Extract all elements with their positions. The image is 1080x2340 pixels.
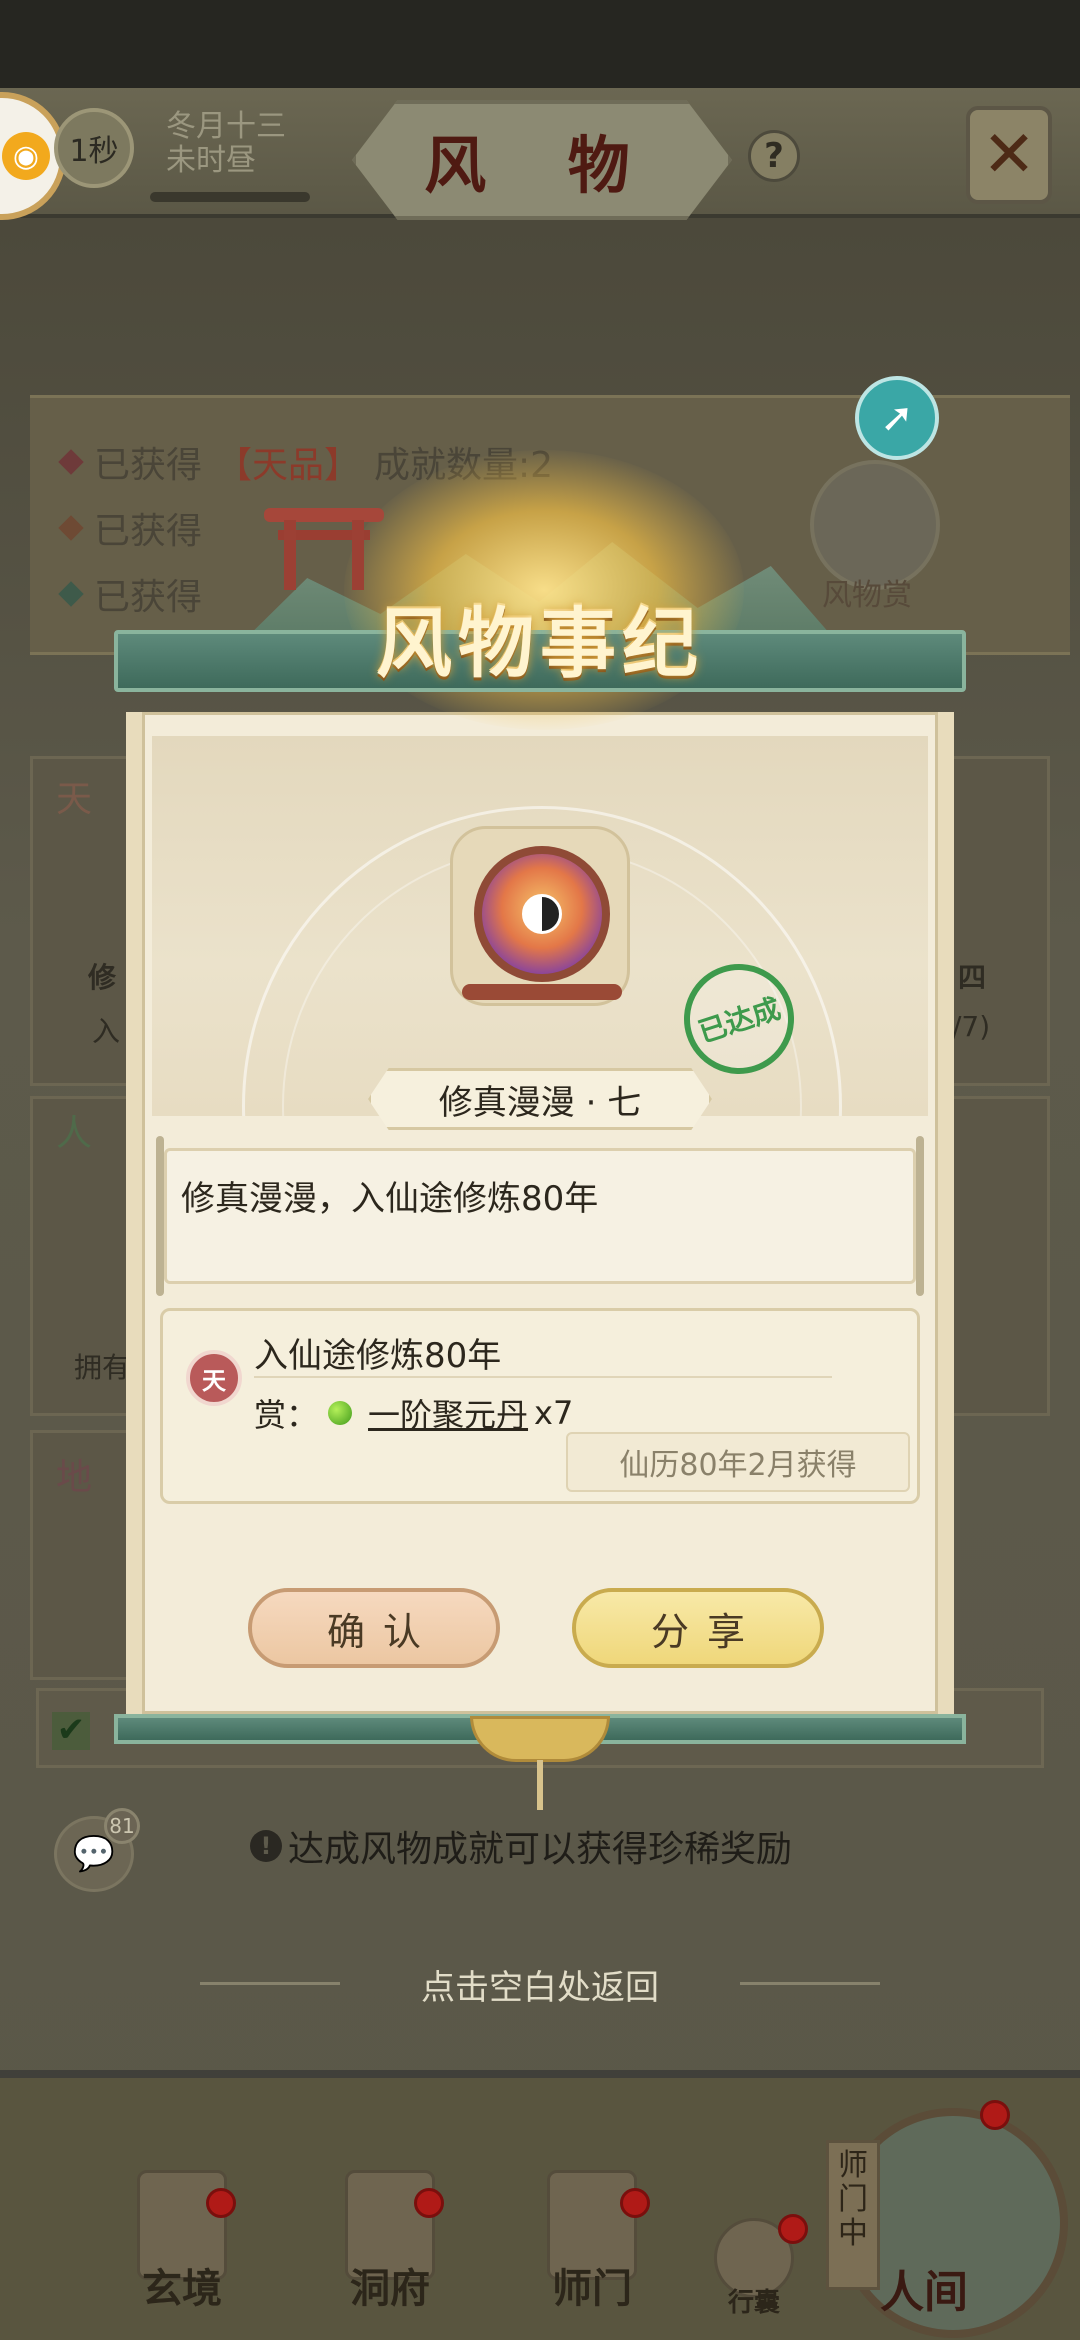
reward-hint-text: 达成风物成就可以获得珍稀奖励 xyxy=(288,1829,793,1870)
card-grade-tag: 天 xyxy=(56,779,93,820)
achievement-illustration: 已达成 xyxy=(152,736,928,1116)
chat-unread-badge: 81 xyxy=(104,1808,140,1844)
diamond-icon xyxy=(58,581,84,607)
achievement-description: 修真漫漫，入仙途修炼80年 xyxy=(164,1148,916,1284)
page-title: 风 物 xyxy=(424,129,660,202)
achievement-card xyxy=(940,1096,1050,1416)
confirm-button[interactable]: 确认 xyxy=(248,1588,500,1668)
reward-label: 赏： xyxy=(254,1396,319,1434)
date-progress-bar xyxy=(150,192,310,202)
pill-icon xyxy=(328,1401,353,1425)
modal-header: 风物事纪 xyxy=(114,450,966,730)
notification-dot xyxy=(980,2100,1010,2130)
card-subtitle: 入 xyxy=(92,1015,121,1048)
row-prefix: 已获得 xyxy=(94,445,203,486)
row-grade: 【天品】 xyxy=(216,445,361,486)
share-button[interactable]: 分享 xyxy=(572,1588,824,1668)
date-line-2: 未时昼 xyxy=(166,143,256,178)
divider xyxy=(254,1376,832,1378)
notification-dot xyxy=(414,2188,444,2218)
nav-label: 洞府 xyxy=(350,2265,430,2312)
nav-label: 师门 xyxy=(552,2265,632,2312)
modal-title: 风物事纪 xyxy=(376,599,704,688)
world-label: 人间 xyxy=(880,2267,968,2318)
timer-badge: 1秒 xyxy=(54,108,134,188)
achievement-name: 修真漫漫 · 七 xyxy=(368,1068,712,1130)
rocket-icon[interactable]: ➚ xyxy=(855,376,939,460)
taiji-emblem-icon xyxy=(474,846,610,982)
checkbox-check-icon[interactable]: ✔ xyxy=(52,1712,90,1750)
notification-dot xyxy=(206,2188,236,2218)
reward-item-line: 赏： 一阶聚元丹 x7 xyxy=(254,1390,573,1436)
sect-status-tag: 师门中 xyxy=(826,2140,880,2290)
nav-label: 玄境 xyxy=(142,2265,222,2312)
card-grade-tag: 人 xyxy=(56,1113,93,1154)
card-subtitle: 拥有 xyxy=(74,1351,131,1384)
reward-condition: 入仙途修炼80年 xyxy=(254,1336,502,1376)
reward-item-count: x7 xyxy=(534,1394,574,1432)
page-title-plate: 风 物 xyxy=(352,100,732,220)
obtained-time: 仙历80年2月获得 xyxy=(566,1432,910,1492)
game-date: 冬月十三 未时昼 xyxy=(166,110,286,178)
card-progress: /7) xyxy=(952,1010,991,1043)
date-line-1: 冬月十三 xyxy=(166,109,286,144)
tassel-decoration xyxy=(537,1760,543,1810)
scroll-rod xyxy=(916,1136,924,1296)
gamepad-icon: ◉ xyxy=(2,132,50,180)
close-icon[interactable]: ✕ xyxy=(966,106,1052,204)
reward-item-link[interactable]: 一阶聚元丹 xyxy=(368,1390,528,1436)
gate-icon xyxy=(264,500,384,590)
tap-to-return-hint[interactable]: 点击空白处返回 xyxy=(0,1960,1080,2009)
card-title: 四 xyxy=(958,961,987,994)
notification-dot xyxy=(778,2214,808,2244)
card-title: 修 xyxy=(88,961,117,994)
emblem-stand xyxy=(462,984,622,1000)
exclamation-icon: ! xyxy=(250,1830,282,1862)
reward-hint: ! 达成风物成就可以获得珍稀奖励 xyxy=(250,1820,792,1872)
diamond-icon xyxy=(58,449,84,475)
achievement-count-row: 已获得 xyxy=(58,502,203,554)
grade-badge: 天 xyxy=(186,1350,242,1406)
status-bar xyxy=(0,0,1080,88)
notification-dot xyxy=(620,2188,650,2218)
yin-yang-icon xyxy=(522,894,562,934)
card-grade-tag: 地 xyxy=(56,1457,93,1498)
row-prefix: 已获得 xyxy=(94,511,203,552)
scroll-rod xyxy=(156,1136,164,1296)
help-icon[interactable]: ? xyxy=(748,130,800,182)
diamond-icon xyxy=(58,515,84,541)
nav-label: 行囊 xyxy=(727,2288,780,2318)
